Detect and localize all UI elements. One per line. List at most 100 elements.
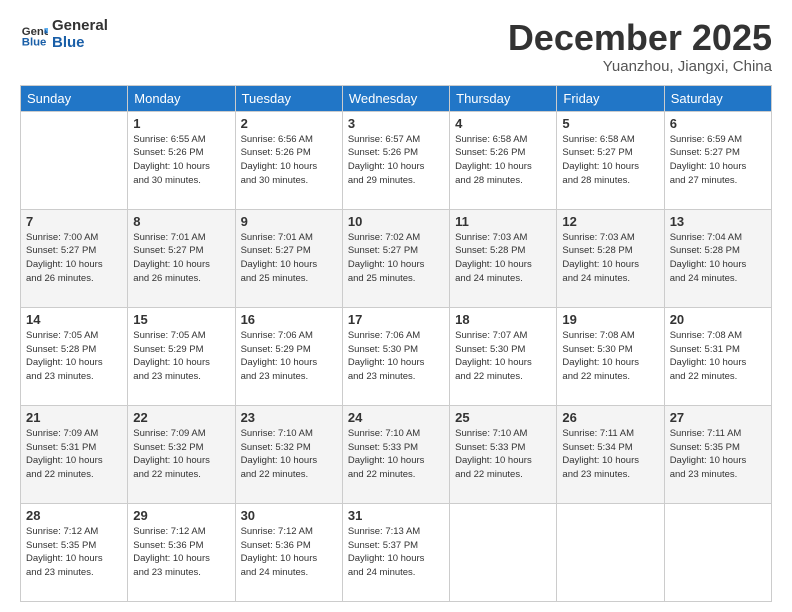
- calendar-week-5: 28Sunrise: 7:12 AM Sunset: 5:35 PM Dayli…: [21, 503, 772, 601]
- day-number: 22: [133, 410, 229, 425]
- day-number: 1: [133, 116, 229, 131]
- day-info: Sunrise: 7:02 AM Sunset: 5:27 PM Dayligh…: [348, 231, 444, 286]
- day-number: 6: [670, 116, 766, 131]
- header: General Blue General Blue December 2025 …: [20, 18, 772, 75]
- day-info: Sunrise: 7:06 AM Sunset: 5:29 PM Dayligh…: [241, 329, 337, 384]
- calendar-cell: [450, 503, 557, 601]
- day-number: 2: [241, 116, 337, 131]
- header-thursday: Thursday: [450, 85, 557, 111]
- calendar-cell: 19 Sunrise: 7:08 AM Sunset: 5:30 PM Dayli…: [557, 307, 664, 405]
- day-number: 3: [348, 116, 444, 131]
- calendar-cell: 28Sunrise: 7:12 AM Sunset: 5:35 PM Dayli…: [21, 503, 128, 601]
- month-title: December 2025: [508, 18, 772, 58]
- header-friday: Friday: [557, 85, 664, 111]
- day-info: Sunrise: 7:12 AM Sunset: 5:35 PM Dayligh…: [26, 525, 122, 580]
- day-info: Sunrise: 7:10 AM Sunset: 5:33 PM Dayligh…: [348, 427, 444, 482]
- day-info: Sunrise: 7:09 AM Sunset: 5:32 PM Dayligh…: [133, 427, 229, 482]
- day-info: Sunrise: 7:01 AM Sunset: 5:27 PM Dayligh…: [241, 231, 337, 286]
- day-info: Sunrise: 7:04 AM Sunset: 5:28 PM Dayligh…: [670, 231, 766, 286]
- calendar-cell: 31 Sunrise: 7:13 AM Sunset: 5:37 PM Dayli…: [342, 503, 449, 601]
- day-info: Sunrise: 6:57 AM Sunset: 5:26 PM Dayligh…: [348, 133, 444, 188]
- calendar-cell: [557, 503, 664, 601]
- day-number: 9: [241, 214, 337, 229]
- header-tuesday: Tuesday: [235, 85, 342, 111]
- page: General Blue General Blue December 2025 …: [0, 0, 792, 612]
- day-info: Sunrise: 7:00 AM Sunset: 5:27 PM Dayligh…: [26, 231, 122, 286]
- day-info: Sunrise: 7:10 AM Sunset: 5:33 PM Dayligh…: [455, 427, 551, 482]
- calendar-cell: 3 Sunrise: 6:57 AM Sunset: 5:26 PM Daylig…: [342, 111, 449, 209]
- calendar-cell: 29 Sunrise: 7:12 AM Sunset: 5:36 PM Dayli…: [128, 503, 235, 601]
- day-number: 11: [455, 214, 551, 229]
- day-info: Sunrise: 7:05 AM Sunset: 5:28 PM Dayligh…: [26, 329, 122, 384]
- day-info: Sunrise: 7:07 AM Sunset: 5:30 PM Dayligh…: [455, 329, 551, 384]
- day-info: Sunrise: 7:01 AM Sunset: 5:27 PM Dayligh…: [133, 231, 229, 286]
- day-number: 30: [241, 508, 337, 523]
- day-info: Sunrise: 7:08 AM Sunset: 5:31 PM Dayligh…: [670, 329, 766, 384]
- calendar-cell: 1Sunrise: 6:55 AM Sunset: 5:26 PM Daylig…: [128, 111, 235, 209]
- day-info: Sunrise: 7:12 AM Sunset: 5:36 PM Dayligh…: [241, 525, 337, 580]
- title-block: December 2025 Yuanzhou, Jiangxi, China: [508, 18, 772, 75]
- day-number: 15: [133, 312, 229, 327]
- header-saturday: Saturday: [664, 85, 771, 111]
- logo-line1: General: [52, 18, 108, 35]
- day-number: 20: [670, 312, 766, 327]
- subtitle: Yuanzhou, Jiangxi, China: [508, 58, 772, 75]
- calendar-cell: 17Sunrise: 7:06 AM Sunset: 5:30 PM Dayli…: [342, 307, 449, 405]
- day-info: Sunrise: 7:13 AM Sunset: 5:37 PM Dayligh…: [348, 525, 444, 580]
- calendar-cell: 16Sunrise: 7:06 AM Sunset: 5:29 PM Dayli…: [235, 307, 342, 405]
- logo: General Blue General Blue: [20, 18, 108, 51]
- calendar-cell: 2Sunrise: 6:56 AM Sunset: 5:26 PM Daylig…: [235, 111, 342, 209]
- calendar-cell: 21 Sunrise: 7:09 AM Sunset: 5:31 PM Dayli…: [21, 405, 128, 503]
- calendar-cell: 23 Sunrise: 7:10 AM Sunset: 5:32 PM Dayli…: [235, 405, 342, 503]
- calendar-cell: 24 Sunrise: 7:10 AM Sunset: 5:33 PM Dayli…: [342, 405, 449, 503]
- calendar-cell: 30 Sunrise: 7:12 AM Sunset: 5:36 PM Dayli…: [235, 503, 342, 601]
- day-number: 27: [670, 410, 766, 425]
- day-number: 21: [26, 410, 122, 425]
- calendar-cell: 22 Sunrise: 7:09 AM Sunset: 5:32 PM Dayli…: [128, 405, 235, 503]
- calendar-cell: [664, 503, 771, 601]
- header-sunday: Sunday: [21, 85, 128, 111]
- day-number: 29: [133, 508, 229, 523]
- day-number: 19: [562, 312, 658, 327]
- calendar-cell: 6Sunrise: 6:59 AM Sunset: 5:27 PM Daylig…: [664, 111, 771, 209]
- calendar-cell: 13 Sunrise: 7:04 AM Sunset: 5:28 PM Dayli…: [664, 209, 771, 307]
- day-info: Sunrise: 7:05 AM Sunset: 5:29 PM Dayligh…: [133, 329, 229, 384]
- calendar-cell: 10 Sunrise: 7:02 AM Sunset: 5:27 PM Dayli…: [342, 209, 449, 307]
- calendar-cell: 11 Sunrise: 7:03 AM Sunset: 5:28 PM Dayli…: [450, 209, 557, 307]
- svg-text:Blue: Blue: [22, 36, 47, 48]
- day-info: Sunrise: 7:11 AM Sunset: 5:34 PM Dayligh…: [562, 427, 658, 482]
- calendar-week-3: 14 Sunrise: 7:05 AM Sunset: 5:28 PM Dayli…: [21, 307, 772, 405]
- calendar-cell: 14 Sunrise: 7:05 AM Sunset: 5:28 PM Dayli…: [21, 307, 128, 405]
- calendar-table: SundayMondayTuesdayWednesdayThursdayFrid…: [20, 85, 772, 602]
- calendar-cell: 5 Sunrise: 6:58 AM Sunset: 5:27 PM Daylig…: [557, 111, 664, 209]
- calendar-cell: 7 Sunrise: 7:00 AM Sunset: 5:27 PM Daylig…: [21, 209, 128, 307]
- logo-line2: Blue: [52, 35, 108, 52]
- day-info: Sunrise: 7:12 AM Sunset: 5:36 PM Dayligh…: [133, 525, 229, 580]
- day-number: 10: [348, 214, 444, 229]
- day-number: 13: [670, 214, 766, 229]
- calendar-cell: 25 Sunrise: 7:10 AM Sunset: 5:33 PM Dayli…: [450, 405, 557, 503]
- header-monday: Monday: [128, 85, 235, 111]
- day-number: 23: [241, 410, 337, 425]
- day-number: 8: [133, 214, 229, 229]
- calendar-cell: 20 Sunrise: 7:08 AM Sunset: 5:31 PM Dayli…: [664, 307, 771, 405]
- day-number: 17: [348, 312, 444, 327]
- calendar-week-2: 7 Sunrise: 7:00 AM Sunset: 5:27 PM Daylig…: [21, 209, 772, 307]
- day-number: 7: [26, 214, 122, 229]
- day-number: 5: [562, 116, 658, 131]
- day-number: 31: [348, 508, 444, 523]
- day-info: Sunrise: 7:03 AM Sunset: 5:28 PM Dayligh…: [455, 231, 551, 286]
- day-number: 12: [562, 214, 658, 229]
- calendar-cell: 12Sunrise: 7:03 AM Sunset: 5:28 PM Dayli…: [557, 209, 664, 307]
- day-number: 14: [26, 312, 122, 327]
- day-info: Sunrise: 7:08 AM Sunset: 5:30 PM Dayligh…: [562, 329, 658, 384]
- calendar-week-4: 21 Sunrise: 7:09 AM Sunset: 5:31 PM Dayli…: [21, 405, 772, 503]
- day-number: 25: [455, 410, 551, 425]
- logo-icon: General Blue: [20, 21, 48, 49]
- day-info: Sunrise: 7:10 AM Sunset: 5:32 PM Dayligh…: [241, 427, 337, 482]
- calendar-cell: [21, 111, 128, 209]
- day-info: Sunrise: 6:58 AM Sunset: 5:27 PM Dayligh…: [562, 133, 658, 188]
- day-number: 24: [348, 410, 444, 425]
- day-info: Sunrise: 7:09 AM Sunset: 5:31 PM Dayligh…: [26, 427, 122, 482]
- day-info: Sunrise: 6:58 AM Sunset: 5:26 PM Dayligh…: [455, 133, 551, 188]
